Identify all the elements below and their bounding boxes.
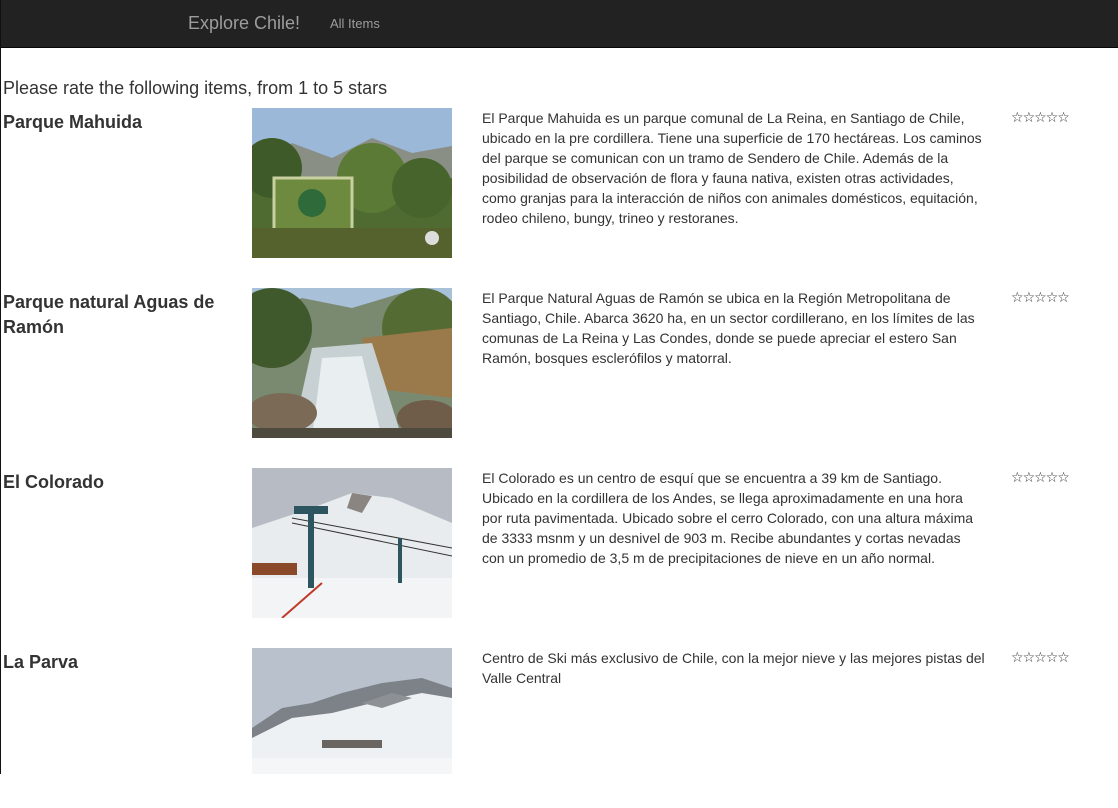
star-icon[interactable]: ☆ (1023, 289, 1036, 307)
star-icon[interactable]: ☆ (1046, 109, 1059, 127)
nav-all-items[interactable]: All Items (330, 16, 380, 32)
list-item: Parque natural Aguas de Ramón El Parque … (1, 288, 1118, 448)
item-description: Centro de Ski más exclusivo de Chile, co… (482, 650, 985, 686)
star-icon[interactable]: ☆ (1046, 289, 1059, 307)
item-photo-park (252, 108, 452, 258)
star-rating: ☆☆☆☆☆ (1011, 648, 1070, 667)
star-icon[interactable]: ☆ (1034, 649, 1047, 667)
star-icon[interactable]: ☆ (1057, 289, 1070, 307)
list-item: La Parva Centro de Ski más exclusivo de … (1, 648, 1118, 808)
brand-link[interactable]: Explore Chile! (188, 12, 300, 34)
item-photo-ski-lift (252, 468, 452, 618)
item-description: El Colorado es un centro de esquí que se… (482, 470, 974, 566)
star-icon[interactable]: ☆ (1023, 469, 1036, 487)
item-description: El Parque Natural Aguas de Ramón se ubic… (482, 290, 975, 366)
star-icon[interactable]: ☆ (1034, 289, 1047, 307)
star-icon[interactable]: ☆ (1057, 109, 1070, 127)
navbar: Explore Chile! All Items (1, 0, 1118, 48)
star-icon[interactable]: ☆ (1057, 649, 1070, 667)
item-photo-snow-valley (252, 648, 452, 774)
star-rating: ☆☆☆☆☆ (1011, 288, 1070, 307)
star-icon[interactable]: ☆ (1023, 649, 1036, 667)
item-title: El Colorado (3, 472, 105, 492)
star-rating: ☆☆☆☆☆ (1011, 468, 1070, 487)
list-item: El Colorado El Colorado es un centro de … (1, 468, 1118, 628)
item-title: Parque natural Aguas de Ramón (3, 292, 215, 337)
star-icon[interactable]: ☆ (1046, 649, 1059, 667)
star-icon[interactable]: ☆ (1046, 469, 1059, 487)
item-description: El Parque Mahuida es un parque comunal d… (482, 110, 982, 226)
star-icon[interactable]: ☆ (1011, 289, 1024, 307)
star-icon[interactable]: ☆ (1057, 469, 1070, 487)
star-icon[interactable]: ☆ (1034, 109, 1047, 127)
star-icon[interactable]: ☆ (1011, 649, 1024, 667)
star-icon[interactable]: ☆ (1011, 469, 1024, 487)
item-photo-river (252, 288, 452, 438)
star-icon[interactable]: ☆ (1011, 109, 1024, 127)
star-icon[interactable]: ☆ (1034, 469, 1047, 487)
star-icon[interactable]: ☆ (1023, 109, 1036, 127)
item-title: Parque Mahuida (3, 112, 143, 132)
list-item: Parque Mahuida El Parque Mahuida es un p… (1, 108, 1118, 268)
star-rating: ☆☆☆☆☆ (1011, 108, 1070, 127)
item-title: La Parva (3, 652, 79, 672)
page-intro: Please rate the following items, from 1 … (3, 78, 388, 98)
